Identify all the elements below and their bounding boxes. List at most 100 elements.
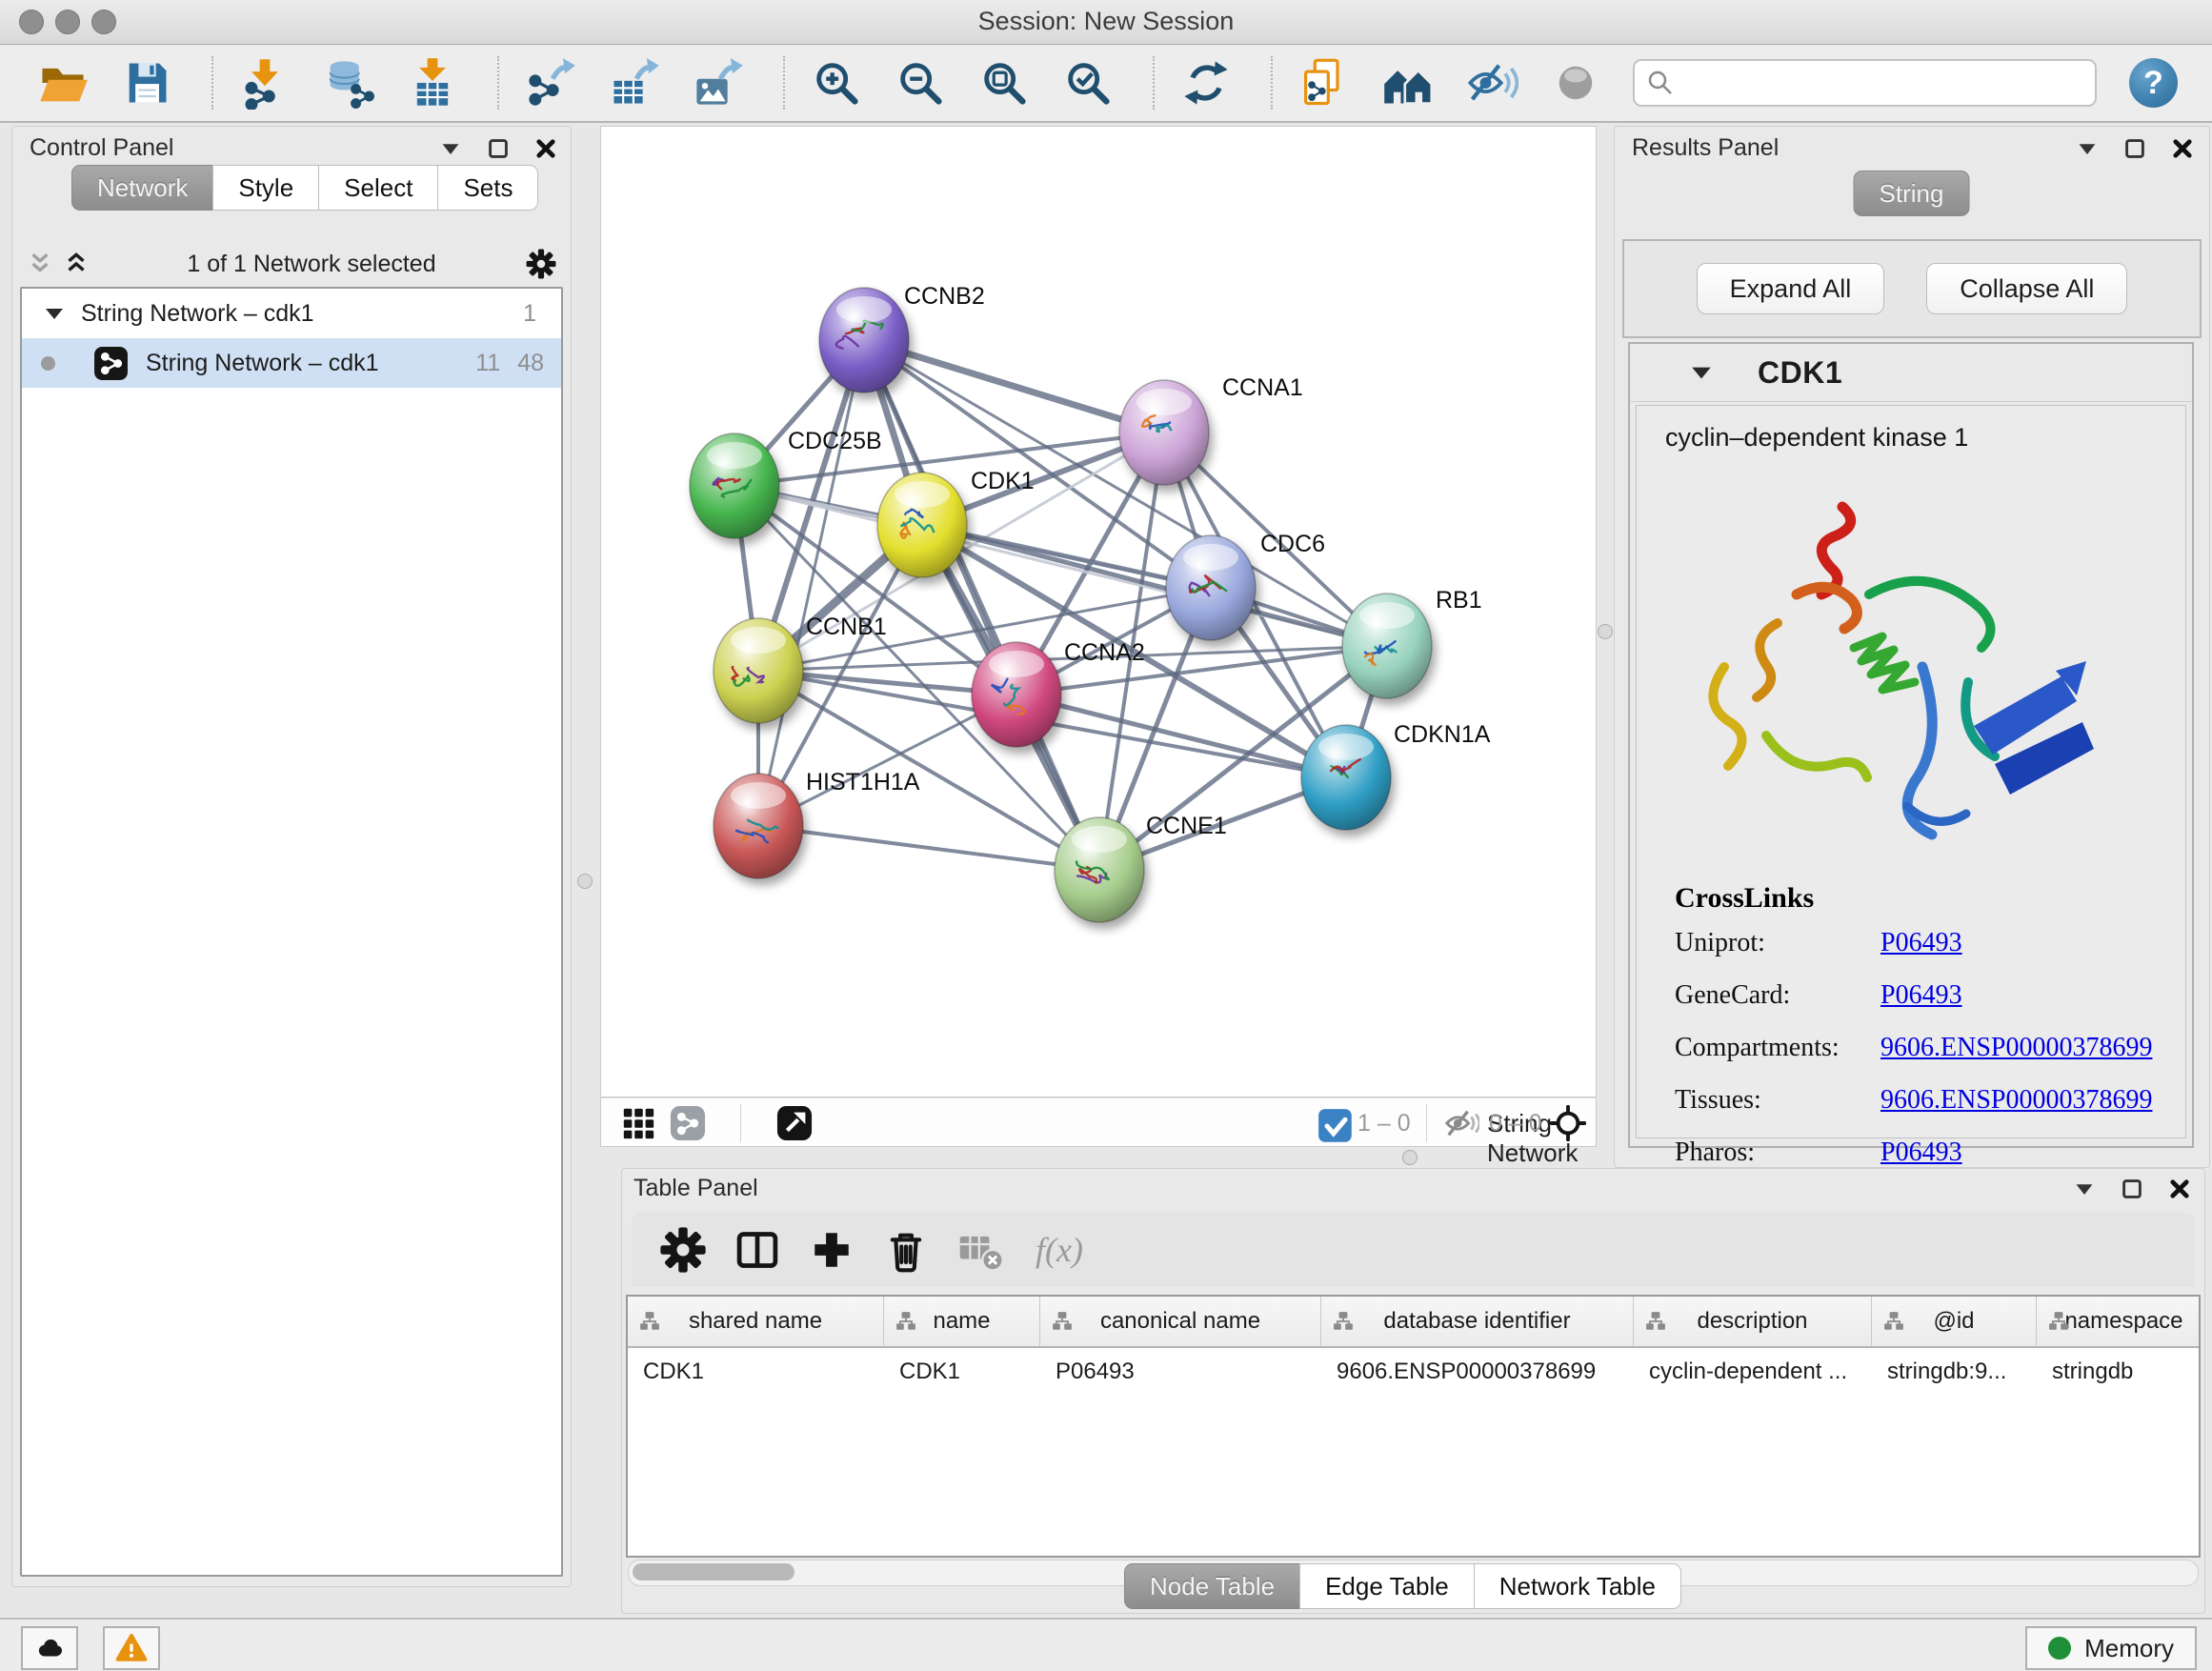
- table-options-gear-icon[interactable]: [658, 1225, 708, 1275]
- delete-column-icon[interactable]: [881, 1225, 931, 1275]
- tab-style[interactable]: Style: [212, 165, 319, 211]
- network-node-CDC6[interactable]: [1166, 535, 1256, 640]
- panel-float-icon[interactable]: [2121, 1178, 2143, 1200]
- help-button[interactable]: ?: [2129, 58, 2178, 108]
- crosslink-link[interactable]: P06493: [1880, 1137, 1962, 1168]
- search-input[interactable]: [1684, 68, 2083, 99]
- open-file-icon[interactable]: [36, 56, 90, 110]
- network-status-dot: [41, 356, 55, 371]
- network-node-RB1[interactable]: [1342, 594, 1432, 698]
- tab-network[interactable]: Network: [71, 165, 213, 211]
- network-collection-row[interactable]: String Network – cdk1 1: [22, 289, 561, 338]
- hide-selected-icon[interactable]: [1465, 56, 1518, 110]
- first-neighbors-icon[interactable]: [1381, 56, 1435, 110]
- import-network-icon[interactable]: [238, 56, 292, 110]
- grid-view-icon[interactable]: [620, 1105, 656, 1141]
- table-cell[interactable]: CDK1: [884, 1348, 1040, 1396]
- network-node-CDC25B[interactable]: [690, 433, 779, 538]
- crosslink-link[interactable]: 9606.ENSP00000378699: [1880, 1033, 2152, 1063]
- column-header-description[interactable]: description: [1634, 1297, 1872, 1346]
- network-options-gear-icon[interactable]: [525, 248, 557, 280]
- tab-select[interactable]: Select: [318, 165, 438, 211]
- network-edge[interactable]: [758, 826, 1099, 870]
- export-table-icon[interactable]: [608, 56, 661, 110]
- column-header-name[interactable]: name: [884, 1297, 1040, 1346]
- network-canvas[interactable]: CCNB2CCNA1CDC25BCDK1CDC6RB1CCNB1CCNA2CDK…: [600, 126, 1597, 1097]
- zoom-selected-icon[interactable]: [1061, 56, 1115, 110]
- birds-eye-view-icon[interactable]: [776, 1105, 813, 1141]
- column-header-canonical-name[interactable]: canonical name: [1040, 1297, 1321, 1346]
- cloud-status-button[interactable]: [21, 1626, 78, 1670]
- add-column-icon[interactable]: [807, 1225, 856, 1275]
- table-cell[interactable]: CDK1: [628, 1348, 884, 1396]
- table-cell[interactable]: P06493: [1040, 1348, 1321, 1396]
- network-node-CCNB1[interactable]: [714, 618, 803, 723]
- collection-expand-icon[interactable]: [43, 302, 66, 325]
- network-badge-icon[interactable]: [670, 1105, 706, 1141]
- panel-close-icon[interactable]: [534, 137, 557, 160]
- panel-float-icon[interactable]: [2123, 137, 2146, 160]
- import-table-icon[interactable]: [406, 56, 459, 110]
- network-node-CCNA1[interactable]: [1119, 380, 1209, 485]
- tab-network-table[interactable]: Network Table: [1474, 1563, 1681, 1609]
- expand-all-button[interactable]: Expand All: [1697, 263, 1885, 314]
- network-node-CCNE1[interactable]: [1055, 817, 1144, 922]
- tab-node-table[interactable]: Node Table: [1124, 1563, 1300, 1609]
- collapse-all-button[interactable]: Collapse All: [1926, 263, 2127, 314]
- selected-checkbox-icon[interactable]: [1317, 1108, 1348, 1144]
- table-cell[interactable]: stringdb: [2037, 1348, 2201, 1396]
- network-node-HIST1H1A[interactable]: [714, 774, 803, 878]
- panel-float-icon[interactable]: [487, 137, 510, 160]
- network-edge[interactable]: [758, 340, 864, 826]
- show-columns-icon[interactable]: [733, 1225, 782, 1275]
- network-node-CDK1[interactable]: [877, 473, 967, 577]
- network-node-CDKN1A[interactable]: [1301, 725, 1391, 830]
- export-image-icon[interactable]: [692, 56, 745, 110]
- clone-network-icon[interactable]: [1297, 56, 1351, 110]
- save-icon[interactable]: [120, 56, 173, 110]
- warnings-button[interactable]: [103, 1626, 160, 1670]
- memory-button[interactable]: Memory: [2025, 1626, 2197, 1670]
- fit-selection-crosshair-icon[interactable]: [1550, 1105, 1586, 1141]
- network-edge[interactable]: [864, 340, 1164, 433]
- network-node-CCNB2[interactable]: [819, 288, 909, 393]
- expand-all-icon[interactable]: [62, 250, 90, 278]
- panel-close-icon[interactable]: [2168, 1178, 2191, 1200]
- table-cell[interactable]: stringdb:9...: [1872, 1348, 2037, 1396]
- tab-string[interactable]: String: [1854, 171, 1970, 216]
- left-splitter-handle[interactable]: [577, 874, 593, 889]
- panel-menu-icon[interactable]: [2076, 137, 2099, 160]
- panel-menu-icon[interactable]: [2073, 1178, 2096, 1200]
- hidden-eye-icon[interactable]: [1443, 1105, 1479, 1141]
- table-cell[interactable]: 9606.ENSP00000378699: [1321, 1348, 1634, 1396]
- tab-sets[interactable]: Sets: [437, 165, 538, 211]
- right-splitter-handle[interactable]: [1598, 624, 1613, 639]
- import-database-icon[interactable]: [322, 56, 375, 110]
- zoom-in-icon[interactable]: [810, 56, 863, 110]
- column-header-database-identifier[interactable]: database identifier: [1321, 1297, 1634, 1346]
- bottom-splitter-handle[interactable]: [1402, 1150, 1418, 1165]
- zoom-fit-icon[interactable]: [977, 56, 1031, 110]
- gene-header-row[interactable]: CDK1: [1630, 344, 2192, 402]
- network-row-selected[interactable]: String Network – cdk1 11 48: [22, 338, 561, 388]
- table-cell[interactable]: cyclin-dependent ...: [1634, 1348, 1872, 1396]
- panel-menu-icon[interactable]: [439, 137, 462, 160]
- zoom-out-icon[interactable]: [894, 56, 947, 110]
- search-box[interactable]: [1633, 59, 2097, 107]
- crosslink-link[interactable]: P06493: [1880, 928, 1962, 958]
- crosslink-link[interactable]: P06493: [1880, 980, 1962, 1011]
- crosslink-link[interactable]: 9606.ENSP00000378699: [1880, 1085, 2152, 1116]
- column-header-@id[interactable]: @id: [1872, 1297, 2037, 1346]
- network-node-CCNA2[interactable]: [972, 642, 1061, 747]
- scrollbar-thumb[interactable]: [633, 1563, 794, 1580]
- show-all-icon[interactable]: [1549, 56, 1602, 110]
- export-network-icon[interactable]: [524, 56, 577, 110]
- column-header-namespace[interactable]: namespace: [2037, 1297, 2201, 1346]
- gene-expand-icon[interactable]: [1689, 360, 1714, 385]
- refresh-icon[interactable]: [1179, 56, 1233, 110]
- panel-close-icon[interactable]: [2171, 137, 2194, 160]
- table-row[interactable]: CDK1CDK1P064939606.ENSP00000378699cyclin…: [628, 1348, 2199, 1396]
- collapse-all-icon[interactable]: [26, 250, 54, 278]
- tab-edge-table[interactable]: Edge Table: [1299, 1563, 1475, 1609]
- column-header-shared-name[interactable]: shared name: [628, 1297, 884, 1346]
